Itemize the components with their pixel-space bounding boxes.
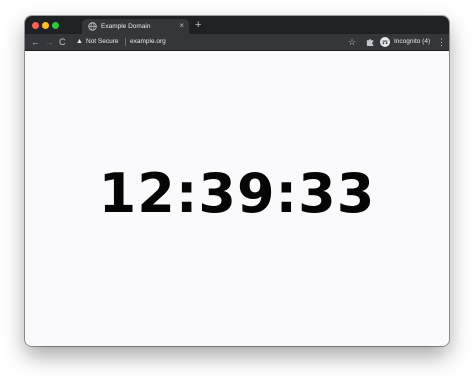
tab-close-icon[interactable]: × <box>179 21 184 31</box>
close-window-button[interactable] <box>32 22 39 29</box>
puzzle-icon[interactable] <box>366 37 375 47</box>
page-content: 12:39:33 <box>25 51 449 346</box>
tab-strip: Example Domain × + <box>25 16 449 34</box>
forward-arrow-icon[interactable]: → <box>45 36 54 48</box>
url-text[interactable]: example.org <box>130 37 166 47</box>
security-status-label[interactable]: Not Secure <box>86 37 119 47</box>
profile-label[interactable]: Incognito (4) <box>394 37 430 47</box>
bookmark-star-icon[interactable]: ☆ <box>348 36 356 48</box>
clock-time: 12:39:33 <box>98 162 376 225</box>
minimize-window-button[interactable] <box>42 22 49 29</box>
address-bar-divider <box>125 38 126 46</box>
warning-triangle-icon[interactable]: ▲ <box>76 37 83 47</box>
back-arrow-icon[interactable]: ← <box>31 36 40 48</box>
tab-example-domain[interactable]: Example Domain × <box>82 19 189 34</box>
globe-icon <box>88 22 97 31</box>
new-tab-button[interactable]: + <box>195 19 201 31</box>
maximize-window-button[interactable] <box>52 22 59 29</box>
incognito-icon[interactable] <box>380 37 390 47</box>
tab-title: Example Domain <box>101 23 151 30</box>
reload-icon[interactable]: C <box>59 36 66 48</box>
more-menu-icon[interactable]: ⋮ <box>437 36 446 48</box>
address-bar[interactable]: ▲ Not Secure example.org <box>73 36 363 48</box>
browser-toolbar: ← → C ▲ Not Secure example.org ☆ Incogni… <box>25 34 449 51</box>
browser-window: Example Domain × + ← → C ▲ Not Secure ex… <box>25 16 449 346</box>
